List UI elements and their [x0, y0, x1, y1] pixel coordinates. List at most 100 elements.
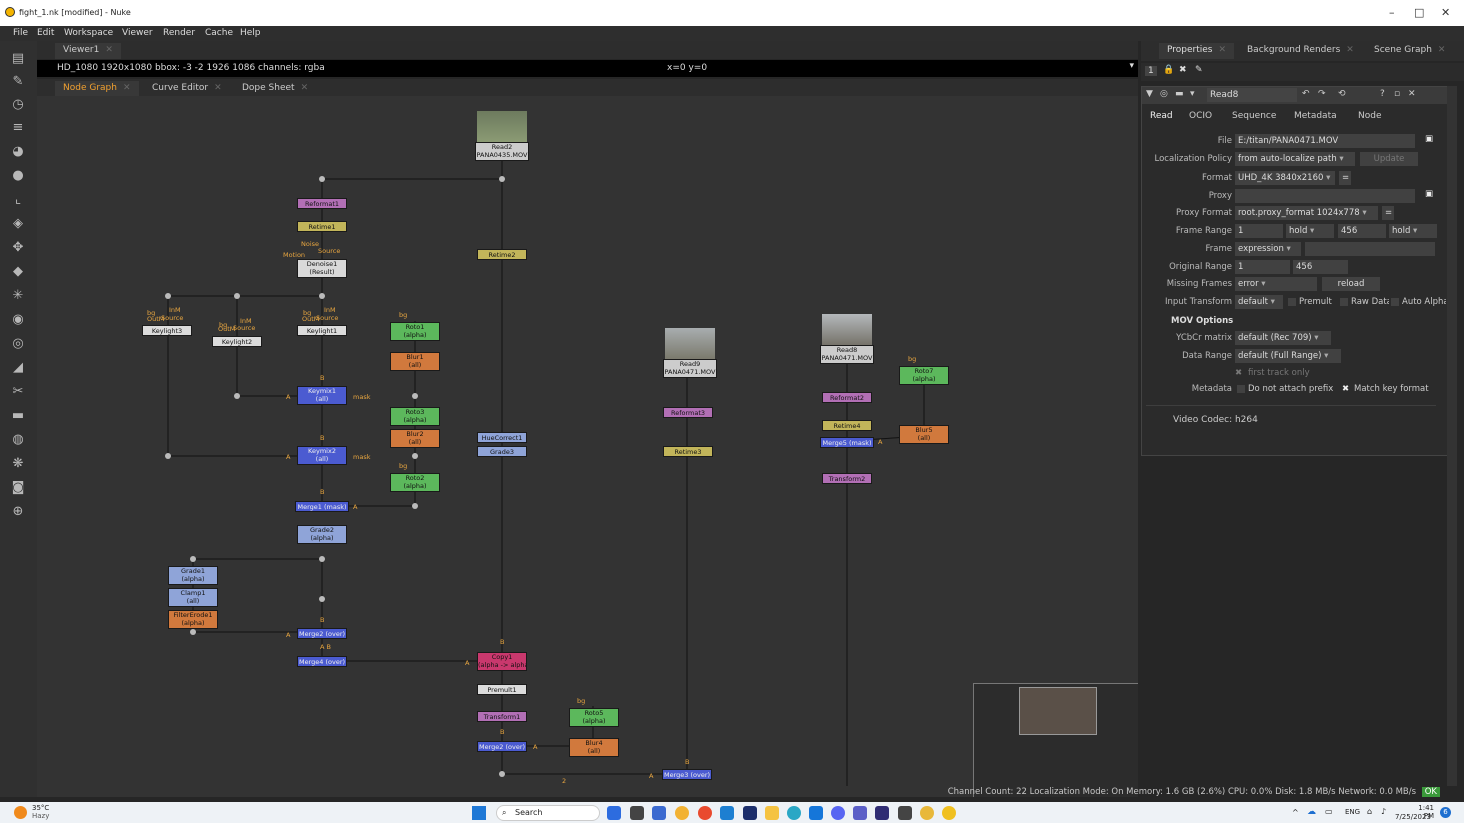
node-retime3[interactable]: Retime3: [663, 446, 713, 457]
task-view-icon[interactable]: [630, 806, 644, 820]
data-range-dropdown[interactable]: default (Full Range): [1235, 349, 1341, 363]
close-icon[interactable]: ✕: [105, 45, 113, 55]
node-grade2[interactable]: Grade2 (alpha): [297, 525, 347, 544]
original-range-start[interactable]: 1: [1235, 260, 1290, 274]
after-dropdown[interactable]: hold: [1389, 224, 1437, 238]
subtab-sequence[interactable]: Sequence: [1232, 111, 1276, 121]
maximize-button[interactable]: □: [1414, 6, 1424, 19]
node-grade1[interactable]: Grade1 (alpha): [168, 566, 218, 585]
subtab-metadata[interactable]: Metadata: [1294, 111, 1337, 121]
node-huecorrect1[interactable]: HueCorrect1: [477, 432, 527, 443]
navigator-viewport[interactable]: [1019, 687, 1097, 735]
ofx-nodes-icon[interactable]: ⊕: [10, 504, 26, 520]
node-filtererode1[interactable]: FilterErode1 (alpha): [168, 610, 218, 629]
premult-checkbox[interactable]: [1288, 298, 1296, 306]
before-dropdown[interactable]: hold: [1286, 224, 1334, 238]
proxy-format-dropdown[interactable]: root.proxy_format 1024x778: [1235, 206, 1378, 220]
keyboard-icon[interactable]: ▭: [1325, 807, 1333, 816]
properties-scrollbar[interactable]: [1447, 86, 1457, 786]
localization-dropdown[interactable]: from auto-localize path: [1235, 152, 1355, 166]
update-button[interactable]: Update: [1360, 152, 1418, 166]
node-retime1[interactable]: Retime1: [297, 221, 347, 232]
viewer-dropdown-icon[interactable]: ▾: [1129, 61, 1134, 71]
file-explorer-icon[interactable]: [765, 806, 779, 820]
premiere-icon[interactable]: [875, 806, 889, 820]
raw-data-checkbox[interactable]: [1340, 298, 1348, 306]
node-roto7[interactable]: Roto7 (alpha): [899, 366, 949, 385]
close-icon[interactable]: ✕: [1218, 45, 1226, 55]
after-effects-icon[interactable]: [743, 806, 757, 820]
tray-chevron-icon[interactable]: ^: [1292, 808, 1299, 817]
node-merge2b[interactable]: Merge2 (over): [477, 741, 527, 752]
close-icon[interactable]: ✕: [123, 83, 131, 93]
close-button[interactable]: ✕: [1441, 6, 1450, 19]
node-roto1[interactable]: Roto1 (alpha): [390, 322, 440, 341]
draw-nodes-icon[interactable]: ✎: [10, 74, 26, 90]
collapse-icon[interactable]: ▼: [1146, 89, 1153, 99]
node-retime4[interactable]: Retime4: [822, 420, 872, 431]
smartvector-nodes-icon[interactable]: ❋: [10, 456, 26, 472]
node-blur1[interactable]: Blur1 (all): [390, 352, 440, 371]
weather-icon[interactable]: [14, 806, 27, 819]
clear-panels-icon[interactable]: ✖: [1179, 65, 1187, 75]
proxy-browse-icon[interactable]: ▣: [1425, 189, 1433, 199]
node-merge2[interactable]: Merge2 (over): [297, 628, 347, 639]
pencil-icon[interactable]: ✎: [1195, 65, 1203, 75]
node-name-field[interactable]: Read8: [1207, 88, 1297, 102]
input-transform-dropdown[interactable]: default: [1235, 295, 1283, 309]
menu-help[interactable]: Help: [240, 28, 261, 38]
frame-range-end[interactable]: 456: [1338, 224, 1386, 238]
float-panel-icon[interactable]: ▫: [1394, 89, 1400, 99]
edge-icon[interactable]: [787, 806, 801, 820]
nuke-studio-icon[interactable]: [920, 806, 934, 820]
redo-icon[interactable]: ↷: [1318, 89, 1326, 99]
frame-field[interactable]: [1305, 242, 1435, 256]
node-roto3[interactable]: Roto3 (alpha): [390, 407, 440, 426]
close-icon[interactable]: ✕: [1438, 45, 1446, 55]
max-panels-field[interactable]: 1: [1145, 66, 1157, 76]
taskbar-search[interactable]: ⌕ Search: [496, 805, 600, 821]
auto-alpha-checkbox[interactable]: [1391, 298, 1399, 306]
node-blur5[interactable]: Blur5 (all): [899, 425, 949, 444]
language-indicator[interactable]: ENG: [1345, 808, 1360, 816]
node-graph-canvas[interactable]: Read2 PANA0435.MOV Read9 PANA0471.MOV Read…: [37, 96, 1138, 797]
format-dropdown[interactable]: UHD_4K 3840x2160: [1235, 171, 1335, 185]
menu-workspace[interactable]: Workspace: [64, 28, 113, 38]
tab-dope-sheet[interactable]: Dope Sheet ✕: [234, 81, 316, 97]
node-keymix1[interactable]: Keymix1 (all): [297, 386, 347, 405]
subtab-node[interactable]: Node: [1358, 111, 1382, 121]
revert-icon[interactable]: ⟲: [1338, 89, 1346, 99]
frame-range-start[interactable]: 1: [1235, 224, 1283, 238]
notification-badge[interactable]: 6: [1440, 807, 1451, 818]
node-read2[interactable]: Read2 PANA0435.MOV: [475, 142, 529, 161]
network-icon[interactable]: ⌂: [1367, 807, 1372, 816]
other-nodes-icon[interactable]: ▬: [10, 408, 26, 424]
node-transform2[interactable]: Transform2: [822, 473, 872, 484]
tab-curve-editor[interactable]: Curve Editor ✕: [144, 81, 230, 97]
metadata-nodes-icon[interactable]: ◢: [10, 360, 26, 376]
cara-nodes-icon[interactable]: ◙: [10, 480, 26, 496]
close-icon[interactable]: ✕: [301, 83, 309, 93]
particles-nodes-icon[interactable]: ✳: [10, 288, 26, 304]
first-track-checkbox[interactable]: ✖: [1235, 368, 1242, 378]
node-reformat2[interactable]: Reformat2: [822, 392, 872, 403]
toolsets-icon[interactable]: ✂: [10, 384, 26, 400]
node-blur4[interactable]: Blur4 (all): [569, 738, 619, 757]
tab-background-renders[interactable]: Background Renders ✕: [1239, 43, 1362, 59]
node-keylight2[interactable]: Keylight2: [212, 336, 262, 347]
undo-icon[interactable]: ↶: [1302, 89, 1310, 99]
close-panel-icon[interactable]: ✕: [1408, 89, 1416, 99]
bing-icon[interactable]: [607, 806, 621, 820]
image-nodes-icon[interactable]: ▤: [10, 51, 26, 67]
match-key-checkbox[interactable]: ✖: [1342, 384, 1349, 394]
format-edit-button[interactable]: =: [1339, 171, 1351, 185]
node-grade3[interactable]: Grade3: [477, 446, 527, 457]
node-keylight3[interactable]: Keylight3: [142, 325, 192, 336]
volume-icon[interactable]: ♪: [1381, 807, 1386, 816]
chat-icon[interactable]: [652, 806, 666, 820]
close-icon[interactable]: ✕: [214, 83, 222, 93]
proxy-field[interactable]: [1235, 189, 1415, 203]
channel-nodes-icon[interactable]: ≡: [10, 120, 26, 136]
node-merge4[interactable]: Merge4 (over): [297, 656, 347, 667]
onedrive-icon[interactable]: ☁: [1307, 807, 1316, 817]
